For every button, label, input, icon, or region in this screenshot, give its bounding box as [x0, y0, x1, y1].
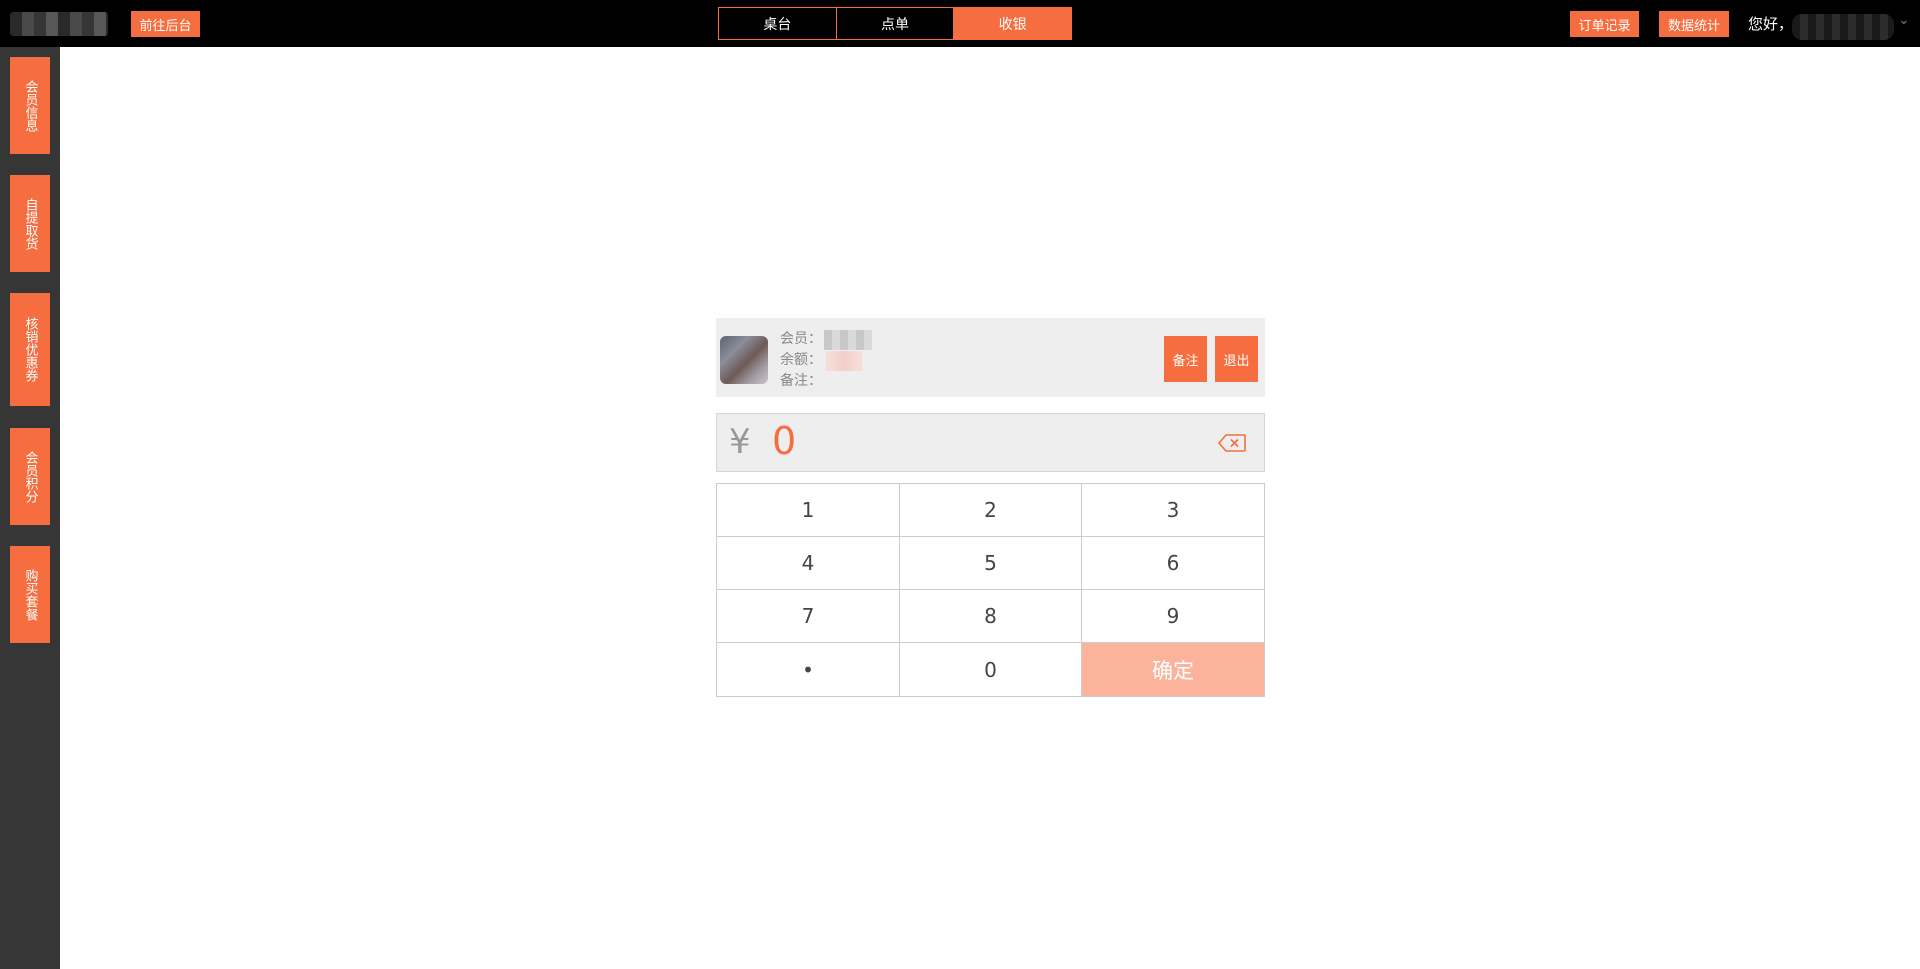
sidebar-item-label: 核销优惠券 — [22, 317, 38, 382]
member-note-label: 备注： — [780, 373, 822, 389]
tab-cashier[interactable]: 收银 — [954, 8, 1072, 39]
currency-symbol: ¥ — [729, 422, 751, 462]
member-card: 会员： 余额： 备注： 备注 退出 — [716, 318, 1265, 397]
sidebar-item-label: 会员信息 — [22, 79, 38, 132]
numeric-keypad: 1 2 3 4 5 6 7 8 9 • 0 确定 — [716, 483, 1265, 697]
sidebar-item-label: 会员积分 — [22, 450, 38, 503]
sidebar-item-label: 自提取货 — [22, 197, 38, 250]
member-balance-label: 余额： — [780, 352, 822, 368]
key-8[interactable]: 8 — [900, 590, 1082, 643]
sidebar: 会员信息 自提取货 核销优惠券 会员积分 购买套餐 — [0, 47, 60, 969]
key-5[interactable]: 5 — [900, 537, 1082, 590]
main-tabs: 桌台 点单 收银 — [718, 7, 1072, 40]
amount-display: ¥ 0 — [716, 413, 1265, 472]
sidebar-item-member-points[interactable]: 会员积分 — [10, 428, 50, 525]
key-3[interactable]: 3 — [1082, 484, 1264, 537]
key-decimal[interactable]: • — [717, 643, 900, 696]
go-backend-button[interactable]: 前往后台 — [131, 11, 200, 37]
top-bar: 前往后台 桌台 点单 收银 订单记录 数据统计 您好， ⌄ — [0, 0, 1920, 47]
confirm-button[interactable]: 确定 — [1082, 643, 1264, 696]
order-records-button[interactable]: 订单记录 — [1570, 11, 1639, 37]
logout-member-button[interactable]: 退出 — [1215, 336, 1258, 382]
greeting-text: 您好， — [1748, 15, 1794, 33]
backspace-icon[interactable] — [1218, 434, 1246, 452]
avatar — [720, 336, 768, 384]
sidebar-item-member-info[interactable]: 会员信息 — [10, 57, 50, 154]
chevron-down-icon[interactable]: ⌄ — [1898, 12, 1910, 28]
sidebar-item-buy-package[interactable]: 购买套餐 — [10, 546, 50, 643]
key-6[interactable]: 6 — [1082, 537, 1264, 590]
amount-value: 0 — [772, 419, 797, 463]
key-4[interactable]: 4 — [717, 537, 900, 590]
member-balance-redacted — [826, 350, 862, 371]
key-0[interactable]: 0 — [900, 643, 1082, 696]
sidebar-item-label: 购买套餐 — [22, 568, 38, 621]
member-name-redacted — [824, 329, 872, 350]
tab-tables[interactable]: 桌台 — [719, 8, 837, 39]
tab-order[interactable]: 点单 — [836, 8, 955, 39]
user-name-redacted[interactable] — [1792, 14, 1894, 40]
sidebar-item-self-pickup[interactable]: 自提取货 — [10, 175, 50, 272]
member-details: 会员： 余额： 备注： — [780, 329, 872, 392]
key-2[interactable]: 2 — [900, 484, 1082, 537]
member-name-label: 会员： — [780, 331, 822, 347]
logo — [10, 12, 108, 36]
key-1[interactable]: 1 — [717, 484, 900, 537]
key-9[interactable]: 9 — [1082, 590, 1264, 643]
key-7[interactable]: 7 — [717, 590, 900, 643]
note-button[interactable]: 备注 — [1164, 336, 1207, 382]
data-stats-button[interactable]: 数据统计 — [1659, 11, 1729, 37]
sidebar-item-redeem-coupon[interactable]: 核销优惠券 — [10, 293, 50, 406]
